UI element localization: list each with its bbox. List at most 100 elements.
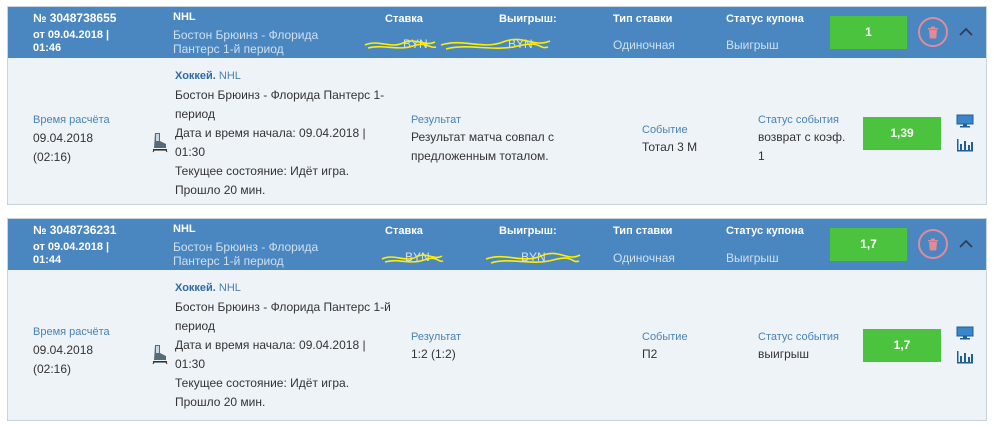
trash-icon (928, 26, 938, 38)
win-label: Выигрыш: (499, 13, 557, 25)
hockey-skate-icon (152, 133, 168, 153)
event-status-text: выигрыш (758, 347, 810, 361)
coupon-time-line: 01:46 (33, 42, 62, 54)
bet-type-value: Одиночная (613, 38, 675, 52)
redaction-scribble (485, 252, 581, 264)
coupon-date: от 09.04.2018 | 01:46 (33, 29, 109, 55)
win-label: Выигрыш: (499, 225, 557, 237)
event-name: Бостон Брюинз - Флорида Пантерс 1-й (175, 300, 391, 314)
settle-time: (02:16) (33, 150, 72, 164)
settle-time-label: Время расчёта (33, 114, 110, 126)
event-name: период (175, 107, 215, 121)
bet-type-label: Тип ставки (613, 13, 673, 25)
bet-type-label: Тип ставки (613, 225, 673, 237)
coupon-status-value: Выигрыш (726, 38, 779, 52)
result-value: Результат матча совпал с предложенным то… (411, 128, 554, 166)
current-state: Текущее состояние: Идёт игра. (175, 376, 350, 390)
result-value: 1:2 (1:2) (411, 345, 456, 364)
start-time: 01:30 (175, 145, 206, 159)
sport-line: Хоккей. NHL (175, 282, 241, 294)
coupon-number: № 3048738655 (33, 11, 117, 25)
event-details: Бостон Брюинз - Флорида Пантерс 1-й пери… (175, 298, 391, 412)
sport-league: NHL (218, 282, 241, 294)
stake-label: Ставка (385, 13, 423, 25)
bet-type-value: Одиночная (613, 251, 675, 265)
start-time: Дата и время начала: 09.04.2018 | (175, 338, 366, 352)
result-text: Результат матча совпал с (411, 130, 555, 144)
coupon-league: NHL (173, 11, 196, 23)
redaction-scribble (440, 38, 551, 50)
event-odds-badge: 1,7 (863, 329, 941, 362)
chevron-up-icon[interactable] (958, 236, 974, 252)
coupon-status-label: Статус купона (726, 225, 804, 237)
result-label: Результат (411, 331, 462, 343)
event-status-text: 1 (758, 149, 765, 163)
coupon-header[interactable]: № 3048736231 от 09.04.2018 | 01:44 NHL Б… (8, 219, 986, 270)
start-time: 01:30 (175, 357, 206, 371)
coupon-odds-badge: 1,7 (830, 228, 907, 261)
start-time: Дата и время начала: 09.04.2018 | (175, 126, 366, 140)
coupon-status-value: Выигрыш (726, 251, 779, 265)
coupon-event-line: Бостон Брюинз - Флорида (173, 28, 319, 42)
elapsed-time: Прошло 20 мин. (175, 395, 266, 409)
event-status-text: возврат с коэф. (758, 130, 846, 144)
event-details: Бостон Брюинз - Флорида Пантерс 1- перио… (175, 86, 384, 200)
monitor-icon[interactable] (956, 326, 974, 340)
hockey-skate-icon (152, 345, 168, 365)
event-label: Событие (642, 124, 688, 136)
redaction-scribble (364, 40, 437, 49)
coupon-card: № 3048736231 от 09.04.2018 | 01:44 NHL Б… (7, 218, 987, 421)
result-text: 1:2 (1:2) (411, 347, 456, 361)
sport-name: Хоккей. (175, 282, 216, 294)
settle-time-label: Время расчёта (33, 326, 110, 338)
settle-time-value: 09.04.2018 (02:16) (33, 341, 93, 379)
monitor-icon[interactable] (956, 114, 974, 128)
coupon-odds-badge: 1 (830, 16, 907, 49)
event-odds-badge: 1,39 (863, 117, 941, 150)
stats-chart-icon[interactable] (956, 350, 974, 364)
event-value: Тотал 3 М (642, 140, 698, 154)
event-label: Событие (642, 331, 688, 343)
redaction-scribble (381, 254, 444, 263)
coupon-event: Бостон Брюинз - Флорида Пантерс 1-й пери… (173, 240, 318, 268)
settle-time-value: 09.04.2018 (02:16) (33, 129, 93, 167)
coupon-details: Время расчёта 09.04.2018 (02:16) Хоккей.… (8, 270, 986, 420)
coupon-event-line: Пантерс 1-й период (173, 254, 284, 268)
settle-time: (02:16) (33, 362, 72, 376)
result-label: Результат (411, 114, 462, 126)
coupon-league: NHL (173, 223, 196, 235)
sport-league: NHL (218, 70, 241, 82)
delete-coupon-button[interactable] (918, 229, 948, 259)
coupon-date: от 09.04.2018 | 01:44 (33, 241, 109, 267)
coupon-number: № 3048736231 (33, 223, 117, 237)
event-status-label: Статус события (758, 114, 839, 126)
sport-line: Хоккей. NHL (175, 70, 241, 82)
settle-date: 09.04.2018 (33, 343, 94, 357)
event-status-label: Статус события (758, 331, 839, 343)
stake-label: Ставка (385, 225, 423, 237)
event-status-value: выигрыш (758, 345, 809, 364)
coupon-date-line: от 09.04.2018 | (33, 29, 110, 41)
coupon-header[interactable]: № 3048738655 от 09.04.2018 | 01:46 NHL Б… (8, 7, 986, 58)
event-name: Бостон Брюинз - Флорида Пантерс 1- (175, 88, 385, 102)
coupon-date-line: от 09.04.2018 | (33, 241, 110, 253)
event-value: П2 (642, 347, 658, 361)
coupon-time-line: 01:44 (33, 254, 62, 266)
coupon-status-label: Статус купона (726, 13, 804, 25)
coupon-event-line: Пантерс 1-й период (173, 42, 284, 56)
coupon-details: Время расчёта 09.04.2018 (02:16) Хоккей.… (8, 58, 986, 204)
settle-date: 09.04.2018 (33, 131, 94, 145)
event-status-value: возврат с коэф. 1 (758, 128, 845, 166)
elapsed-time: Прошло 20 мин. (175, 183, 266, 197)
result-text: предложенным тоталом. (411, 149, 549, 163)
current-state: Текущее состояние: Идёт игра. (175, 164, 350, 178)
chevron-up-icon[interactable] (958, 24, 974, 40)
trash-icon (928, 238, 938, 250)
sport-name: Хоккей. (175, 70, 216, 82)
coupon-card: № 3048738655 от 09.04.2018 | 01:46 NHL Б… (7, 6, 987, 205)
coupon-event: Бостон Брюинз - Флорида Пантерс 1-й пери… (173, 28, 318, 56)
coupon-event-line: Бостон Брюинз - Флорида (173, 240, 319, 254)
delete-coupon-button[interactable] (918, 17, 948, 47)
event-name: период (175, 319, 215, 333)
stats-chart-icon[interactable] (956, 138, 974, 152)
